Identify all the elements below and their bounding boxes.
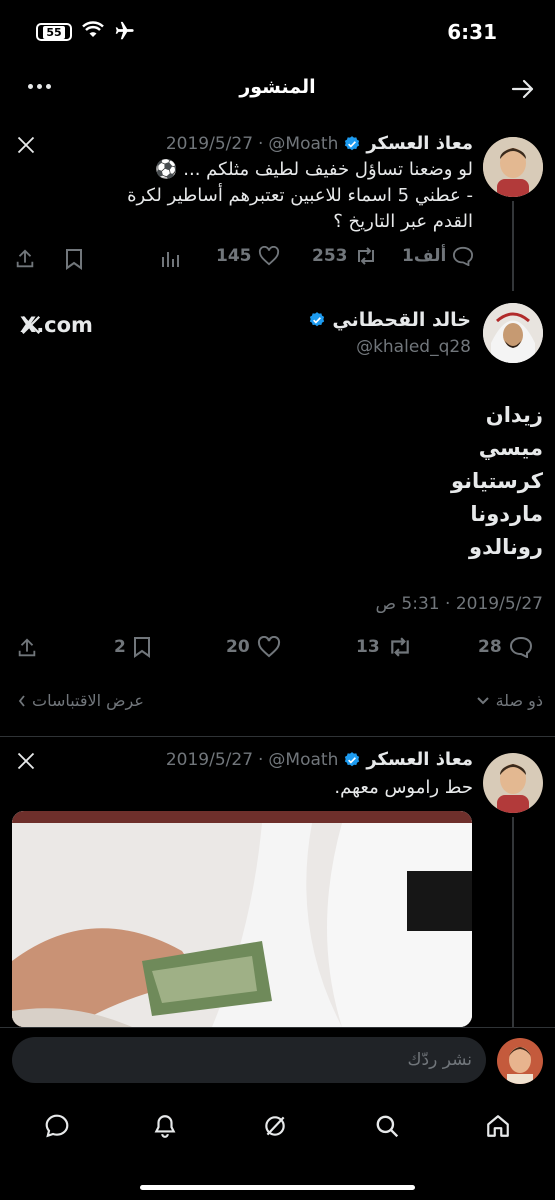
tweet-actions: 145 253 1ألف (0, 245, 555, 275)
source-badge-text: X.com (20, 313, 93, 337)
grok-icon[interactable] (262, 1113, 288, 1139)
page-title: المنشور (239, 76, 316, 98)
author-handle: @Moath (268, 749, 339, 770)
separator-dot: · (258, 749, 264, 770)
tweet-text: لو وضعنا تساؤل خفيف لطيف مثلكم ... ⚽ - ع… (13, 157, 473, 235)
tweet-timestamp[interactable]: 2019/5/27 · 5:31 ص (375, 594, 543, 614)
tweet-line: ميسي (478, 436, 543, 460)
notifications-icon[interactable] (152, 1113, 178, 1139)
avatar[interactable] (483, 753, 543, 813)
views-icon[interactable] (160, 249, 180, 269)
author-name[interactable]: معاذ العسكر (366, 133, 473, 154)
author-handle: @khaled_q28 (356, 337, 471, 357)
tweet-header: خالد القحطاني (308, 309, 471, 331)
tweet-image[interactable] (12, 811, 472, 1027)
retweet-count: 253 (312, 246, 348, 266)
top-nav: المنشور (0, 66, 555, 112)
x-logo-icon (16, 135, 36, 155)
heart-icon (258, 246, 279, 266)
reply-input[interactable]: نشر ردّك (12, 1037, 486, 1083)
retweet-count: 13 (356, 637, 380, 657)
related-label: ذو صلة (495, 691, 543, 710)
battery-icon: 55 (36, 23, 72, 41)
retweet-icon (390, 637, 409, 657)
main-tweet: خالد القحطاني @khaled_q28 X.com زيدان مي… (0, 295, 555, 685)
thread-line (512, 817, 514, 1027)
messages-icon[interactable] (44, 1113, 70, 1139)
quoted-tweet-1[interactable]: معاذ العسكر @Moath · 2019/5/27 لو وضعنا … (0, 125, 555, 291)
verified-icon (343, 135, 361, 153)
view-quotes-link[interactable]: عرض الاقتباسات (18, 691, 144, 710)
reply-icon (453, 246, 474, 266)
status-time: 6:31 (447, 20, 497, 44)
bottom-tab-bar (0, 1097, 555, 1200)
avatar[interactable] (483, 303, 543, 363)
reply-stat[interactable]: 1ألف (402, 246, 474, 266)
reply-count: 28 (478, 637, 502, 657)
tweet-text-line: لو وضعنا تساؤل خفيف لطيف مثلكم ... ⚽ (155, 159, 473, 180)
share-icon[interactable] (16, 637, 38, 659)
battery-level: 55 (43, 25, 65, 39)
tweet-text-line: - عطني 5 اسماء للاعبين تعتبرهم أساطير لك… (127, 185, 473, 206)
reply-count: 1ألف (402, 246, 447, 266)
reply-bar: نشر ردّك (0, 1027, 555, 1097)
chevron-down-icon (476, 696, 490, 706)
bookmark-count: 2 (114, 637, 126, 657)
tweet-body: زيدان ميسي كرستيانو ماردونا رونالدو (451, 399, 543, 564)
like-count: 20 (226, 637, 250, 657)
author-name[interactable]: معاذ العسكر (366, 749, 473, 770)
bookmark-icon[interactable] (64, 248, 84, 270)
avatar[interactable] (483, 137, 543, 197)
tweet-line: ماردونا (470, 502, 543, 526)
like-count: 145 (216, 246, 252, 266)
x-logo-icon (16, 751, 36, 771)
verified-icon (308, 311, 326, 329)
airplane-icon (113, 20, 135, 42)
tweet-header: معاذ العسكر @Moath · 2019/5/27 (166, 133, 473, 154)
quoted-tweet-2[interactable]: معاذ العسكر @Moath · 2019/5/27 حط راموس … (0, 737, 555, 1027)
reply-icon (509, 636, 532, 658)
tweet-date: 2019/5/27 (165, 749, 254, 770)
reply-placeholder: نشر ردّك (407, 1050, 472, 1070)
status-bar: 6:31 55 (0, 0, 555, 64)
like-stat[interactable]: 145 (216, 246, 280, 266)
home-icon[interactable] (484, 1113, 512, 1139)
my-avatar[interactable] (497, 1038, 543, 1084)
tweet-line: كرستيانو (450, 469, 543, 493)
home-indicator (140, 1185, 415, 1190)
bookmark-stat[interactable]: 2 (114, 636, 152, 658)
tweet-date: 2019/5/27 (165, 133, 254, 154)
verified-icon (343, 751, 361, 769)
author-handle: @Moath (268, 133, 339, 154)
bookmark-icon (133, 637, 150, 658)
tweet-actions: 2 20 13 28 (0, 635, 555, 665)
retweet-stat[interactable]: 253 (312, 246, 378, 266)
separator-dot: · (258, 133, 264, 154)
tweet-text: حط راموس معهم. (334, 777, 473, 798)
tweet-line: رونالدو (469, 535, 543, 559)
related-row: ذو صلة عرض الاقتباسات (0, 688, 555, 718)
retweet-icon (357, 247, 374, 265)
wifi-icon (82, 21, 104, 39)
like-stat[interactable]: 20 (226, 636, 282, 658)
share-icon[interactable] (14, 248, 36, 270)
view-quotes-label: عرض الاقتباسات (32, 691, 144, 710)
related-link[interactable]: ذو صلة (476, 691, 543, 710)
reply-stat[interactable]: 28 (478, 636, 534, 658)
tweet-line: زيدان (485, 403, 543, 427)
author-name[interactable]: خالد القحطاني (332, 309, 471, 331)
source-badge: X.com (20, 313, 93, 337)
heart-icon (257, 636, 280, 658)
chevron-left-icon (18, 694, 26, 707)
retweet-stat[interactable]: 13 (356, 636, 414, 658)
tweet-text-line: القدم عبر التاريخ ؟ (333, 211, 473, 232)
tweet-header: معاذ العسكر @Moath · 2019/5/27 (166, 749, 473, 770)
search-icon[interactable] (374, 1113, 400, 1139)
back-arrow-icon[interactable] (511, 78, 535, 100)
